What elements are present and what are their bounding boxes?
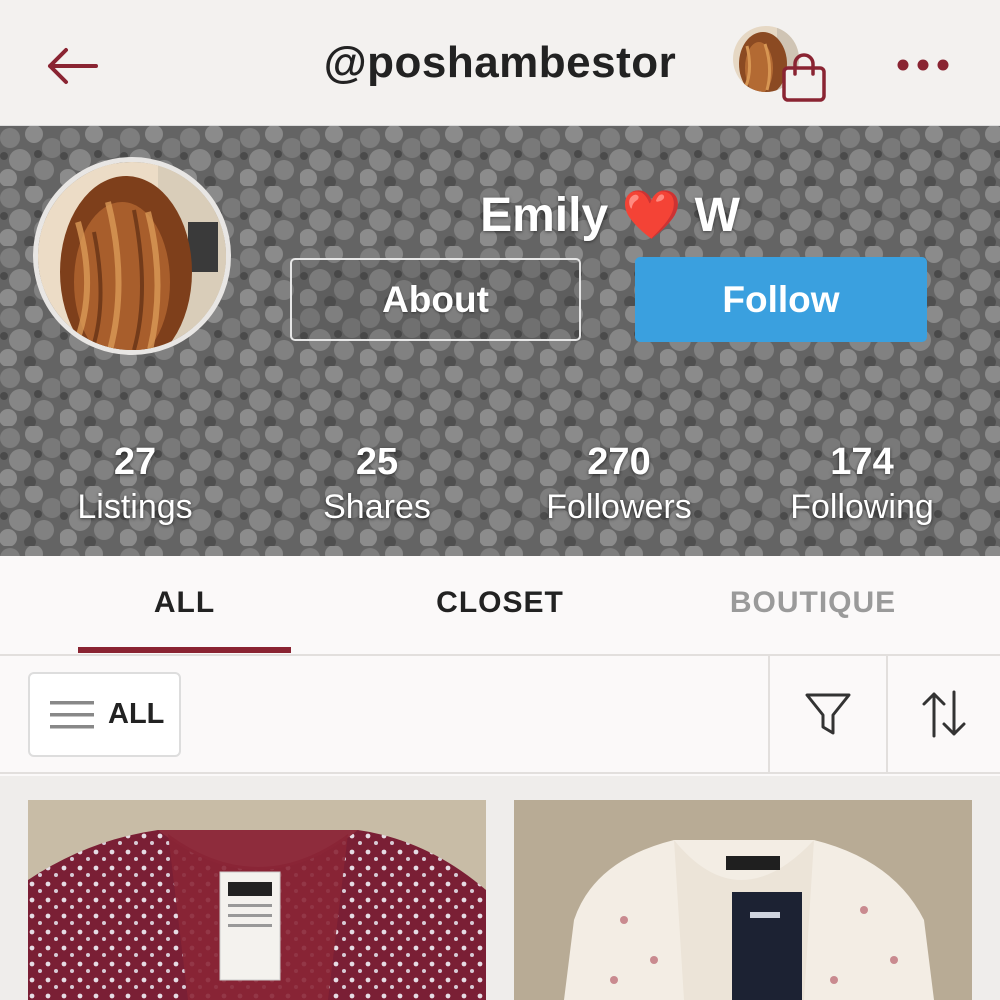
tab-all[interactable]: ALL xyxy=(78,586,291,620)
heart-emoji: ❤️ xyxy=(621,189,682,242)
category-label: ALL xyxy=(108,698,165,730)
shopping-bag-icon[interactable] xyxy=(780,52,828,102)
closet-tabs: ALL CLOSET BOUTIQUE xyxy=(0,556,1000,656)
arrow-left-icon xyxy=(48,48,98,84)
stat-label: Following xyxy=(790,488,934,526)
stat-shares[interactable]: 25 Shares xyxy=(257,440,497,530)
profile-avatar[interactable] xyxy=(33,157,231,355)
more-dots-icon xyxy=(897,59,949,71)
listing-card[interactable] xyxy=(28,800,486,1000)
stat-value: 27 xyxy=(113,441,157,483)
top-bar: @poshambestor xyxy=(0,0,1000,126)
avatar-image xyxy=(38,162,226,350)
name-last: W xyxy=(694,189,740,242)
stat-followers[interactable]: 270 Followers xyxy=(499,440,739,530)
filter-button[interactable] xyxy=(770,656,886,772)
tab-boutique[interactable]: BOUTIQUE xyxy=(710,586,916,620)
sort-arrows-icon xyxy=(922,690,966,738)
stat-value: 270 xyxy=(587,441,651,483)
follow-button[interactable]: Follow xyxy=(635,257,927,342)
listing-image xyxy=(28,800,486,1000)
active-tab-indicator xyxy=(78,647,291,653)
hamburger-menu-icon xyxy=(50,700,94,728)
filter-bar: ALL xyxy=(0,656,1000,774)
stat-listings[interactable]: 27 Listings xyxy=(15,440,255,530)
stat-label: Listings xyxy=(77,488,193,526)
stat-label: Shares xyxy=(323,488,431,526)
name-first: Emily xyxy=(480,189,609,242)
category-dropdown-button[interactable]: ALL xyxy=(28,672,181,757)
funnel-filter-icon xyxy=(805,693,851,735)
back-button[interactable] xyxy=(40,38,104,94)
about-button[interactable]: About xyxy=(290,258,581,341)
more-options-button[interactable] xyxy=(890,40,956,90)
stat-label: Followers xyxy=(546,488,692,526)
stat-following[interactable]: 174 Following xyxy=(742,440,982,530)
sort-button[interactable] xyxy=(888,656,1000,772)
profile-display-name: Emily ❤️ W xyxy=(440,186,780,243)
tab-closet[interactable]: CLOSET xyxy=(400,586,600,620)
page-title-username: @poshambestor xyxy=(323,38,677,87)
stat-value: 25 xyxy=(355,441,399,483)
stat-value: 174 xyxy=(830,441,894,483)
listing-card[interactable] xyxy=(514,800,972,1000)
listing-image xyxy=(514,800,972,1000)
